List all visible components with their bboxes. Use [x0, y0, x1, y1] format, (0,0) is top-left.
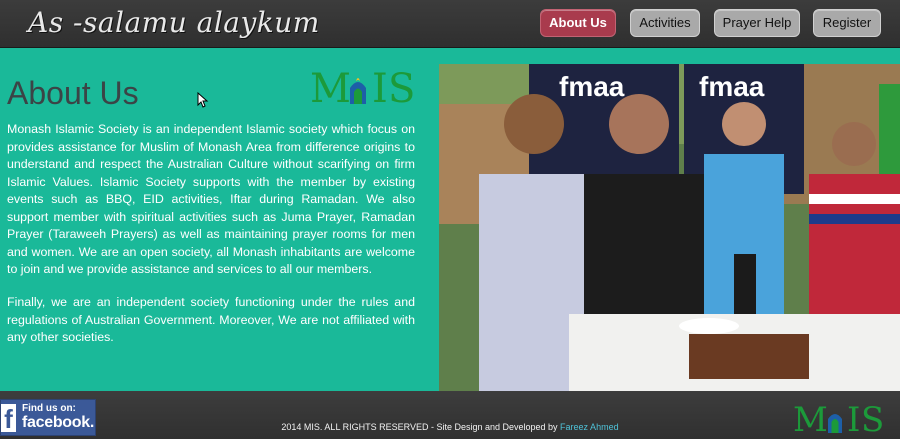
- svg-text:M: M: [793, 400, 828, 434]
- nav-register[interactable]: Register: [813, 9, 881, 37]
- banner-text-1: fmaa: [559, 71, 625, 102]
- mis-logo-m: M: [310, 66, 351, 106]
- nav-prayer-help[interactable]: Prayer Help: [714, 9, 800, 37]
- developer-link[interactable]: Fareez Ahmed: [560, 422, 619, 432]
- banner-text-2: fmaa: [699, 71, 765, 102]
- mosque-icon: [350, 78, 366, 104]
- about-paragraph-2: Finally, we are an independent society f…: [7, 295, 415, 344]
- svg-text:S: S: [861, 400, 884, 434]
- footer-mosque-icon: [828, 414, 842, 433]
- mouse-cursor-icon: [197, 92, 209, 108]
- page-title: About Us: [7, 75, 139, 111]
- site-footer: f Find us on: facebook. 2014 MIS. ALL RI…: [0, 391, 900, 439]
- copyright-text: 2014 MIS. ALL RIGHTS RESERVED - Site Des…: [0, 422, 900, 432]
- members-photo: fmaa fmaa: [439, 64, 900, 391]
- facebook-caption: Find us on:: [22, 403, 76, 414]
- site-header: As -salamu alaykum About Us Activities P…: [0, 0, 900, 48]
- svg-text:I: I: [372, 66, 388, 106]
- nav-about-us[interactable]: About Us: [540, 9, 616, 37]
- mis-logo: M I S: [310, 66, 415, 106]
- footer-mis-logo: M I S: [793, 400, 884, 434]
- copyright-label: 2014 MIS. ALL RIGHTS RESERVED - Site Des…: [281, 422, 561, 432]
- svg-text:S: S: [388, 66, 415, 106]
- nav-activities[interactable]: Activities: [630, 9, 700, 37]
- svg-text:I: I: [847, 400, 860, 434]
- brand-greeting: As -salamu alaykum: [28, 6, 320, 39]
- about-paragraph-1: Monash Islamic Society is an independent…: [7, 122, 415, 276]
